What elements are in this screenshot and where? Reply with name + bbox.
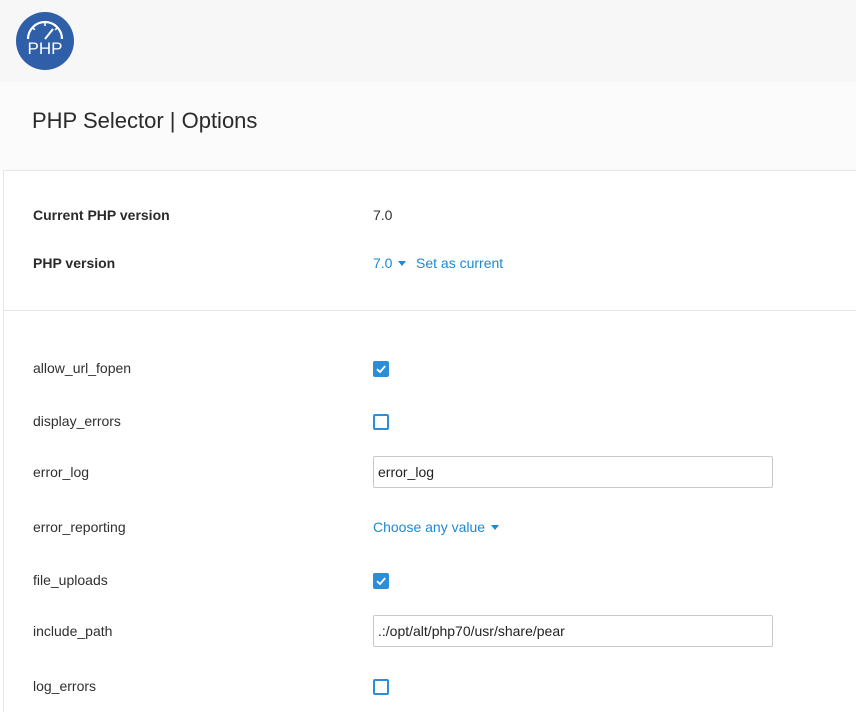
display-errors-checkbox[interactable] (373, 414, 389, 430)
include-path-input[interactable] (373, 615, 773, 647)
option-label-display-errors: display_errors (33, 413, 121, 429)
file-uploads-checkbox[interactable] (373, 573, 389, 589)
option-label-error-reporting: error_reporting (33, 519, 126, 535)
section-divider (3, 310, 856, 311)
current-php-version-value: 7.0 (373, 207, 393, 223)
php-logo-icon[interactable]: PHP (16, 12, 74, 70)
php-version-dropdown[interactable]: 7.0 (373, 255, 407, 271)
error-reporting-value: Choose any value (373, 519, 486, 535)
top-bar: PHP (0, 0, 856, 82)
logo-text: PHP (28, 39, 63, 58)
php-version-selected: 7.0 (373, 255, 393, 271)
option-label-allow-url-fopen: allow_url_fopen (33, 360, 132, 376)
log-errors-checkbox[interactable] (373, 679, 389, 695)
check-icon (376, 577, 386, 586)
current-php-version-label: Current PHP version (33, 207, 170, 223)
option-label-file-uploads: file_uploads (33, 572, 108, 588)
error-log-input[interactable] (373, 456, 773, 488)
option-label-error-log: error_log (33, 464, 90, 480)
error-reporting-dropdown[interactable]: Choose any value (373, 519, 500, 535)
set-as-current-link[interactable]: Set as current (416, 255, 503, 271)
caret-down-icon (398, 260, 407, 266)
allow-url-fopen-checkbox[interactable] (373, 361, 389, 377)
php-version-label: PHP version (33, 255, 116, 271)
caret-down-icon (491, 524, 500, 530)
option-label-log-errors: log_errors (33, 678, 97, 694)
option-label-include-path: include_path (33, 623, 113, 639)
page-title: PHP Selector | Options (32, 108, 258, 133)
check-icon (376, 365, 386, 374)
